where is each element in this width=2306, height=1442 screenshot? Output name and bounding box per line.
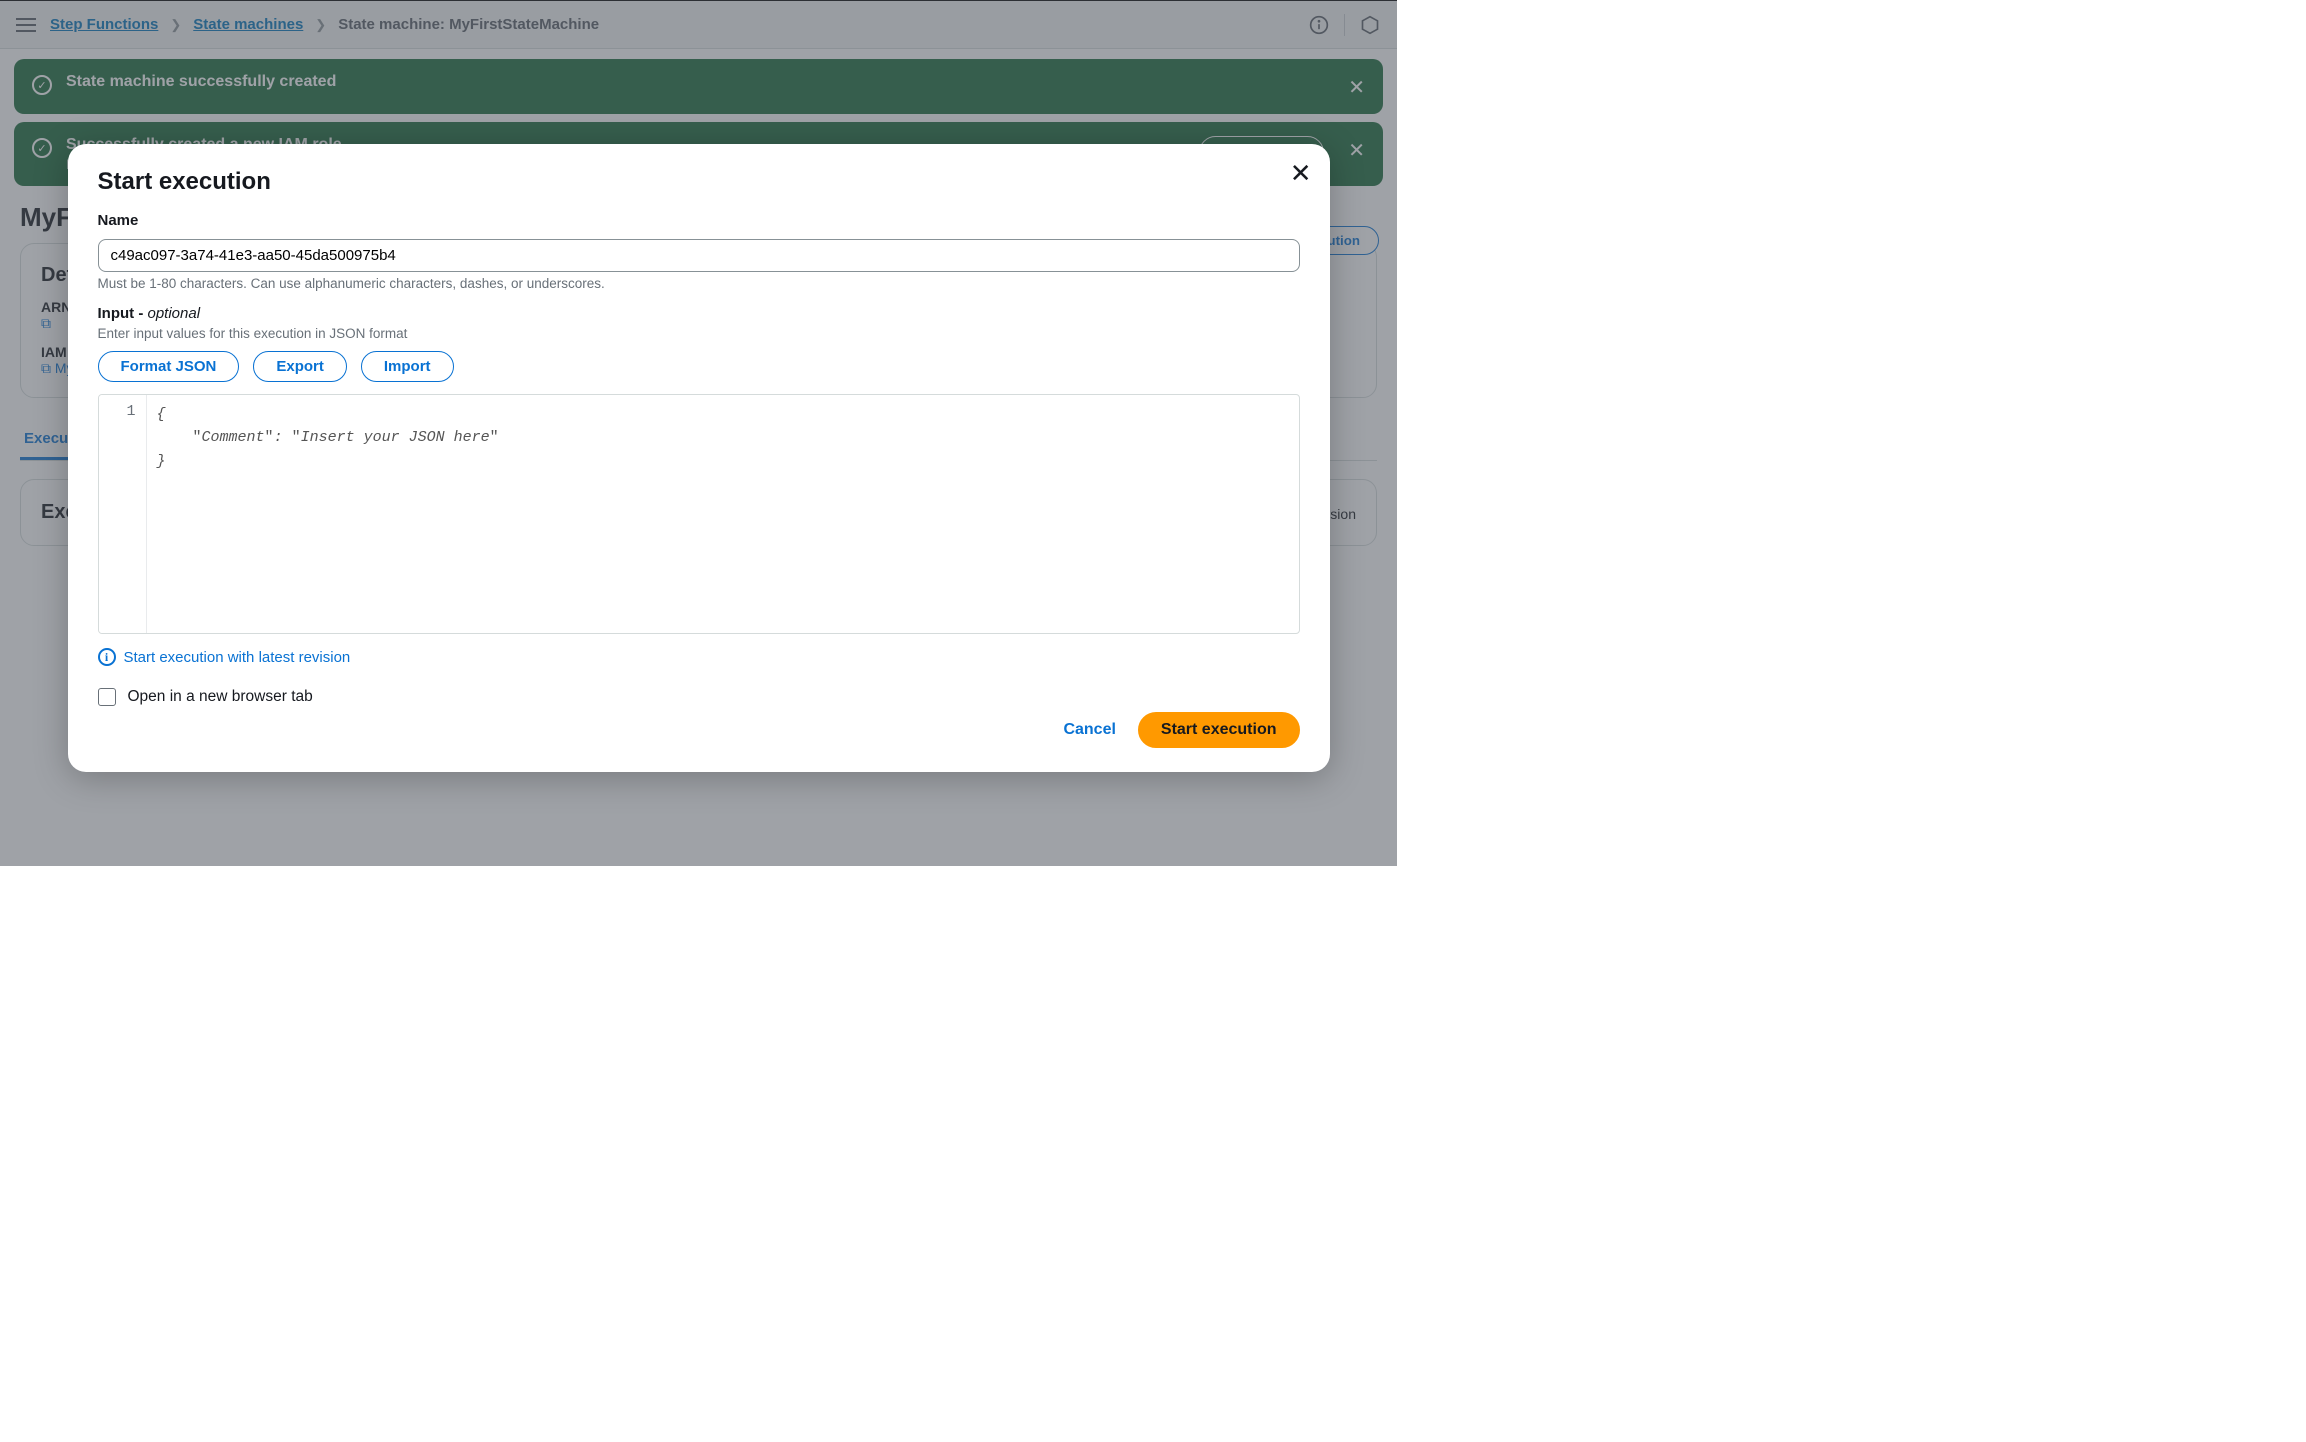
import-button[interactable]: Import	[361, 351, 454, 382]
editor-content[interactable]: { "Comment": "Insert your JSON here" }	[147, 395, 1299, 633]
editor-gutter: 1	[99, 395, 147, 633]
modal-footer: Cancel Start execution	[98, 712, 1300, 748]
cancel-button[interactable]: Cancel	[1063, 721, 1115, 739]
open-new-tab-label: Open in a new browser tab	[128, 688, 313, 706]
close-icon[interactable]: ✕	[1290, 160, 1312, 186]
input-hint: Enter input values for this execution in…	[98, 326, 1300, 341]
export-button[interactable]: Export	[253, 351, 347, 382]
revision-info-row: i Start execution with latest revision	[98, 648, 1300, 666]
open-new-tab-row: Open in a new browser tab	[98, 688, 1300, 706]
info-icon: i	[98, 648, 116, 666]
editor-button-row: Format JSON Export Import	[98, 351, 1300, 382]
start-with-latest-revision-link[interactable]: Start execution with latest revision	[124, 649, 351, 666]
open-new-tab-checkbox[interactable]	[98, 688, 116, 706]
modal-overlay[interactable]: Start execution ✕ Name Must be 1-80 char…	[0, 0, 1397, 866]
modal-title: Start execution	[98, 168, 1300, 196]
name-label: Name	[98, 212, 1300, 229]
input-label: Input - optional	[98, 305, 1300, 322]
format-json-button[interactable]: Format JSON	[98, 351, 240, 382]
name-hint: Must be 1-80 characters. Can use alphanu…	[98, 276, 1300, 291]
start-execution-submit-button[interactable]: Start execution	[1138, 712, 1300, 748]
start-execution-modal: Start execution ✕ Name Must be 1-80 char…	[68, 144, 1330, 772]
json-editor[interactable]: 1 { "Comment": "Insert your JSON here" }	[98, 394, 1300, 634]
execution-name-input[interactable]	[98, 239, 1300, 272]
